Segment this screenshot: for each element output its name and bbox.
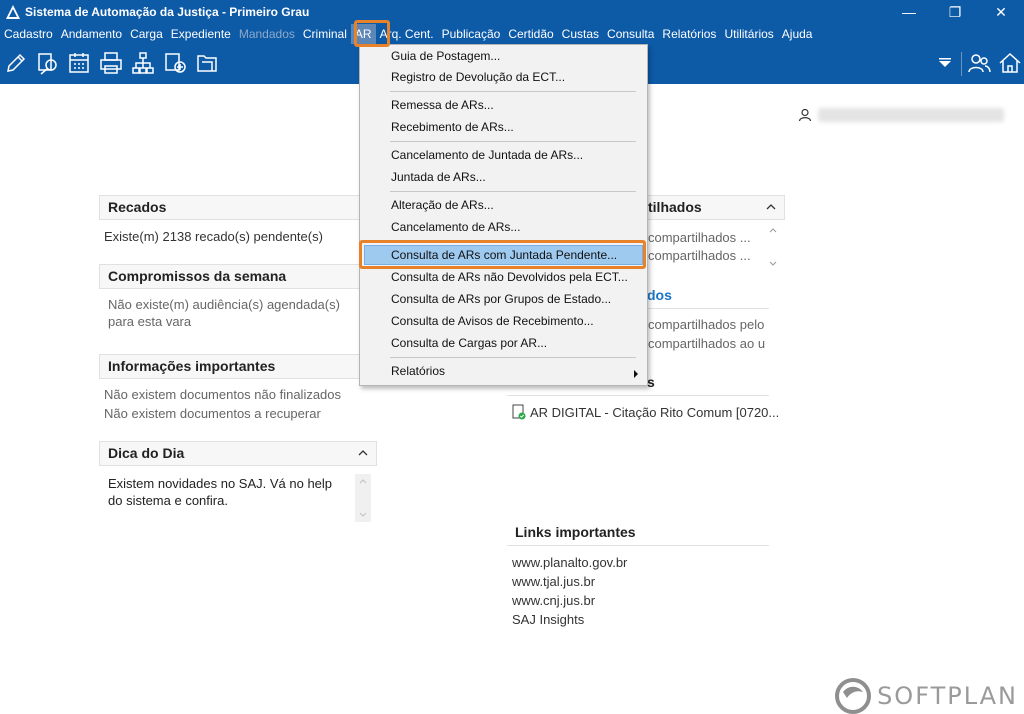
menu-certidao[interactable]: Certidão [504, 24, 557, 44]
compromissos-header[interactable]: Compromissos da semana [99, 264, 369, 289]
informacoes-text-1: Não existem documentos não finalizados [104, 387, 342, 402]
dica-text-1: Existem novidades no SAJ. Vá no help [108, 476, 333, 491]
menu-expediente[interactable]: Expediente [167, 24, 235, 44]
close-button[interactable]: ✕ [978, 0, 1024, 24]
user-name-blurred [818, 108, 1004, 122]
recados-header[interactable]: Recados [99, 195, 369, 220]
menu-relatorios[interactable]: Relatórios [658, 24, 720, 44]
menu-item-consulta-nao-devolvidos[interactable]: Consulta de ARs não Devolvidos pela ECT.… [391, 267, 628, 287]
dropdown-arrow-icon[interactable] [933, 51, 957, 75]
document-check-icon [512, 404, 526, 420]
menu-item-remessa-ars[interactable]: Remessa de ARs... [391, 95, 494, 115]
chevron-up-icon[interactable] [356, 446, 370, 460]
menu-separator [390, 357, 636, 358]
menu-carga[interactable]: Carga [126, 24, 167, 44]
dica-scrollbar[interactable] [355, 474, 371, 522]
compartilhados-line-1: compartilhados ... [648, 230, 751, 245]
menu-bar: Cadastro Andamento Carga Expediente Mand… [0, 24, 1024, 44]
links-header: Links importantes [507, 521, 769, 546]
search-document-icon[interactable] [36, 51, 60, 75]
menu-item-consulta-grupos-estado[interactable]: Consulta de ARs por Grupos de Estado... [391, 289, 611, 309]
link-saj-insights[interactable]: SAJ Insights [512, 612, 584, 627]
org-chart-icon[interactable] [131, 51, 155, 75]
menu-item-consulta-avisos[interactable]: Consulta de Avisos de Recebimento... [391, 311, 594, 331]
submenu-arrow-icon [634, 370, 638, 378]
menu-andamento[interactable]: Andamento [57, 24, 126, 44]
folder-icon[interactable] [195, 51, 219, 75]
documentos-line-1: compartilhados pelo [648, 317, 765, 332]
menu-item-alteracao-ars[interactable]: Alteração de ARs... [391, 195, 494, 215]
menu-mandados[interactable]: Mandados [235, 24, 299, 44]
menu-publicacao[interactable]: Publicação [438, 24, 505, 44]
link-tjal[interactable]: www.tjal.jus.br [512, 574, 595, 589]
link-cnj[interactable]: www.cnj.jus.br [512, 593, 595, 608]
menu-item-guia-postagem[interactable]: Guia de Postagem... [391, 46, 500, 66]
title-bar: Sistema de Automação da Justiça - Primei… [0, 0, 1024, 24]
window-title: Sistema de Automação da Justiça - Primei… [25, 5, 310, 19]
menu-ajuda[interactable]: Ajuda [778, 24, 817, 44]
compromissos-text-1: Não existe(m) audiência(s) agendada(s) [108, 297, 340, 312]
menu-utilitarios[interactable]: Utilitários [720, 24, 777, 44]
menu-separator [390, 141, 636, 142]
menu-separator [390, 91, 636, 92]
dica-header[interactable]: Dica do Dia [99, 441, 377, 466]
compartilhados-line-2: compartilhados ... [648, 248, 751, 263]
menu-item-consulta-cargas[interactable]: Consulta de Cargas por AR... [391, 333, 547, 353]
informacoes-text-2: Não existem documentos a recuperar [104, 406, 321, 421]
documentos-line-2: compartilhados ao u [648, 336, 766, 351]
menu-criminal[interactable]: Criminal [299, 24, 351, 44]
compartilhados-scrollbar[interactable] [768, 224, 778, 270]
chevron-up-icon[interactable] [764, 200, 778, 214]
menu-item-juntada-ars[interactable]: Juntada de ARs... [391, 167, 486, 187]
user-info [798, 108, 1004, 122]
maximize-button[interactable]: ❐ [932, 0, 978, 24]
calendar-icon[interactable] [67, 51, 91, 75]
minimize-button[interactable]: — [886, 0, 932, 24]
link-planalto[interactable]: www.planalto.gov.br [512, 555, 627, 570]
menu-item-registro-devolucao[interactable]: Registro de Devolução da ECT... [391, 67, 565, 87]
selected-item-annotation [359, 240, 646, 269]
process-add-icon[interactable] [163, 51, 187, 75]
menu-item-cancelamento-juntada[interactable]: Cancelamento de Juntada de ARs... [391, 145, 583, 165]
home-icon[interactable] [998, 51, 1022, 75]
ar-menu-highlight [354, 20, 390, 47]
softplan-logo-icon [835, 678, 872, 714]
document-title: AR DIGITAL - Citação Rito Comum [0720... [530, 404, 780, 420]
toolbar-separator [961, 52, 962, 76]
compromissos-text-2: para esta vara [108, 314, 192, 329]
app-logo-icon [6, 5, 20, 19]
menu-consulta[interactable]: Consulta [603, 24, 658, 44]
softplan-logo: SOFTPLAN [835, 678, 1018, 714]
dica-text-2: do sistema e confira. [108, 493, 228, 508]
menu-item-recebimento-ars[interactable]: Recebimento de ARs... [391, 117, 514, 137]
document-row[interactable]: AR DIGITAL - Citação Rito Comum [0720... [512, 404, 779, 420]
recados-text[interactable]: Existe(m) 2138 recado(s) pendente(s) [104, 228, 323, 246]
menu-item-relatorios[interactable]: Relatórios [391, 361, 445, 381]
menu-separator [390, 191, 636, 192]
printer-icon[interactable] [99, 51, 123, 75]
users-icon[interactable] [967, 51, 991, 75]
ar-dropdown-menu: Guia de Postagem... Registro de Devoluçã… [359, 44, 648, 386]
user-icon [798, 108, 812, 122]
menu-item-cancelamento-ars[interactable]: Cancelamento de ARs... [391, 217, 520, 237]
menu-cadastro[interactable]: Cadastro [0, 24, 57, 44]
informacoes-header[interactable]: Informações importantes [99, 354, 369, 379]
menu-custas[interactable]: Custas [558, 24, 603, 44]
edit-icon[interactable] [4, 51, 28, 75]
